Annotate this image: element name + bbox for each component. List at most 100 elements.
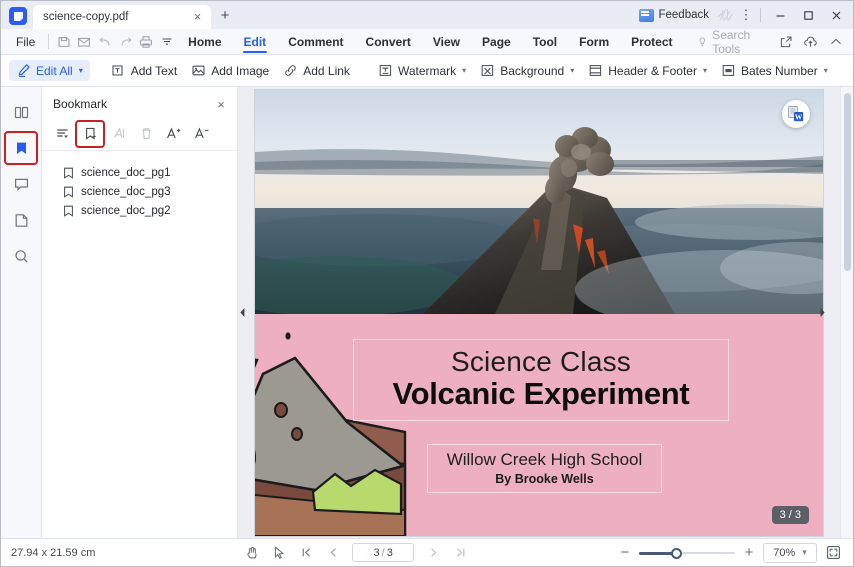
fit-page-button[interactable] xyxy=(823,543,845,563)
volcano-cross-section-illustration: Science Class Volcanic Experiment Willow… xyxy=(255,314,823,536)
convert-to-word-button[interactable]: W xyxy=(782,100,810,128)
vertical-scrollbar[interactable] xyxy=(840,87,853,538)
document-tab[interactable]: science-copy.pdf × xyxy=(33,5,211,29)
increase-font-size-button[interactable] xyxy=(161,122,187,146)
add-link-button[interactable]: Add Link xyxy=(276,60,357,81)
redo-icon[interactable] xyxy=(115,31,136,53)
bookmark-label: science_doc_pg3 xyxy=(81,185,171,198)
tab-comment[interactable]: Comment xyxy=(279,32,352,51)
email-icon[interactable] xyxy=(74,31,95,53)
current-page-value: 3 xyxy=(373,546,380,559)
zoom-in-button[interactable]: + xyxy=(741,544,757,561)
list-item[interactable]: science_doc_pg2 xyxy=(42,201,237,220)
next-page-button[interactable] xyxy=(421,542,445,564)
customize-toolbar-icon[interactable] xyxy=(157,31,178,53)
sidebar-item-bookmark[interactable] xyxy=(4,131,38,165)
undo-icon[interactable] xyxy=(95,31,116,53)
expand-collapse-bookmarks-button[interactable] xyxy=(49,122,75,146)
rename-bookmark-icon xyxy=(111,126,126,141)
page-separator: / xyxy=(381,546,385,559)
more-options-icon[interactable]: ⋮ xyxy=(738,7,754,23)
zoom-out-button[interactable]: − xyxy=(617,544,633,561)
menu-file[interactable]: File xyxy=(7,35,44,49)
left-panel-rail xyxy=(1,87,42,538)
subtitle-text-box[interactable]: Willow Creek High School By Brooke Wells xyxy=(427,444,662,493)
sidebar-item-comment[interactable] xyxy=(6,169,36,199)
add-image-button[interactable]: Add Image xyxy=(184,60,276,81)
watermark-button[interactable]: Watermark ▾ xyxy=(371,60,473,81)
page-number-input[interactable]: 3 / 3 xyxy=(352,543,415,562)
tab-tool[interactable]: Tool xyxy=(524,32,566,51)
tab-convert[interactable]: Convert xyxy=(357,32,420,51)
chevron-down-icon: ▾ xyxy=(78,66,83,75)
minimize-icon[interactable] xyxy=(767,4,793,26)
title-text-box[interactable]: Science Class Volcanic Experiment xyxy=(353,339,729,421)
erupting-volcano-photo: W xyxy=(255,90,823,314)
expand-right-panel-button[interactable] xyxy=(818,295,827,329)
menu-bar: File Home Edit Comment Convert View Page… xyxy=(1,28,853,56)
add-text-button[interactable]: Add Text xyxy=(104,60,184,81)
print-icon[interactable] xyxy=(136,31,157,53)
collapse-ribbon-icon[interactable] xyxy=(824,31,847,53)
tab-edit[interactable]: Edit xyxy=(235,32,276,53)
document-tab-label: science-copy.pdf xyxy=(43,11,129,23)
add-image-label: Add Image xyxy=(211,63,270,78)
title-line-1: Science Class xyxy=(450,346,631,377)
share-icon[interactable] xyxy=(774,31,797,53)
collapse-left-panel-button[interactable] xyxy=(238,295,247,329)
edit-ribbon: Edit All ▾ Add Text Add Image Add Link W… xyxy=(1,55,854,87)
new-tab-button[interactable]: + xyxy=(213,5,237,29)
search-tools-icon xyxy=(700,36,706,47)
convert-to-word-icon: W xyxy=(787,105,805,123)
bookmark-label: science_doc_pg2 xyxy=(81,204,171,217)
zoom-level-value: 70% xyxy=(773,546,796,559)
tab-home[interactable]: Home xyxy=(179,32,230,51)
zoom-slider-thumb[interactable] xyxy=(670,547,682,559)
page-dimensions-label: 27.94 x 21.59 cm xyxy=(11,546,96,559)
edit-all-button[interactable]: Edit All ▾ xyxy=(9,60,90,81)
decrease-font-size-button[interactable] xyxy=(189,122,215,146)
prev-page-button[interactable] xyxy=(321,542,345,564)
background-button[interactable]: Background ▾ xyxy=(473,60,581,81)
bates-number-button[interactable]: Bates Number ▾ xyxy=(714,60,835,81)
bookmark-icon xyxy=(63,167,74,179)
zoom-slider[interactable] xyxy=(638,546,735,560)
search-tools-input[interactable]: Search Tools xyxy=(697,28,773,56)
feedback-button[interactable]: Feedback xyxy=(634,7,714,24)
list-item[interactable]: science_doc_pg3 xyxy=(42,182,237,201)
cloud-upload-icon[interactable] xyxy=(799,31,822,53)
ribbon-overflow-button[interactable]: › xyxy=(849,63,854,79)
tab-page[interactable]: Page xyxy=(473,32,520,51)
save-icon[interactable] xyxy=(53,31,74,53)
list-item[interactable]: science_doc_pg1 xyxy=(42,163,237,182)
bookmark-list: science_doc_pg1 science_doc_pg3 science_… xyxy=(42,151,237,220)
tab-form[interactable]: Form xyxy=(570,32,618,51)
add-bookmark-button[interactable] xyxy=(75,119,105,148)
header-footer-button[interactable]: Header & Footer ▾ xyxy=(581,60,714,81)
sidebar-item-thumbnails[interactable] xyxy=(6,97,36,127)
maximize-icon[interactable] xyxy=(795,4,821,26)
sidebar-item-search[interactable] xyxy=(6,241,36,271)
close-icon[interactable]: × xyxy=(190,10,205,25)
close-window-icon[interactable] xyxy=(823,4,849,26)
add-image-icon xyxy=(191,63,206,78)
delete-bookmark-button[interactable] xyxy=(133,122,159,146)
pdf-page[interactable]: W Science Class Volcanic Experiment Will… xyxy=(255,90,823,536)
sidebar-item-attachment[interactable] xyxy=(6,205,36,235)
hand-tool-button[interactable] xyxy=(240,542,264,564)
last-page-button[interactable] xyxy=(448,542,472,564)
bookmark-icon xyxy=(63,186,74,198)
vertical-scrollbar-thumb[interactable] xyxy=(844,93,851,271)
zoom-level-select[interactable]: 70% ▾ xyxy=(762,542,817,563)
feedback-label: Feedback xyxy=(658,9,709,21)
close-icon[interactable]: × xyxy=(213,97,229,112)
rename-bookmark-button[interactable] xyxy=(105,122,131,146)
tab-view[interactable]: View xyxy=(424,32,469,51)
tab-protect[interactable]: Protect xyxy=(622,32,681,51)
first-page-button[interactable] xyxy=(294,542,318,564)
select-tool-button[interactable] xyxy=(267,542,291,564)
header-footer-icon xyxy=(588,63,603,78)
decorative-graphic-icon xyxy=(716,7,736,23)
feedback-icon xyxy=(639,8,655,22)
bookmark-panel-icon xyxy=(13,140,30,157)
